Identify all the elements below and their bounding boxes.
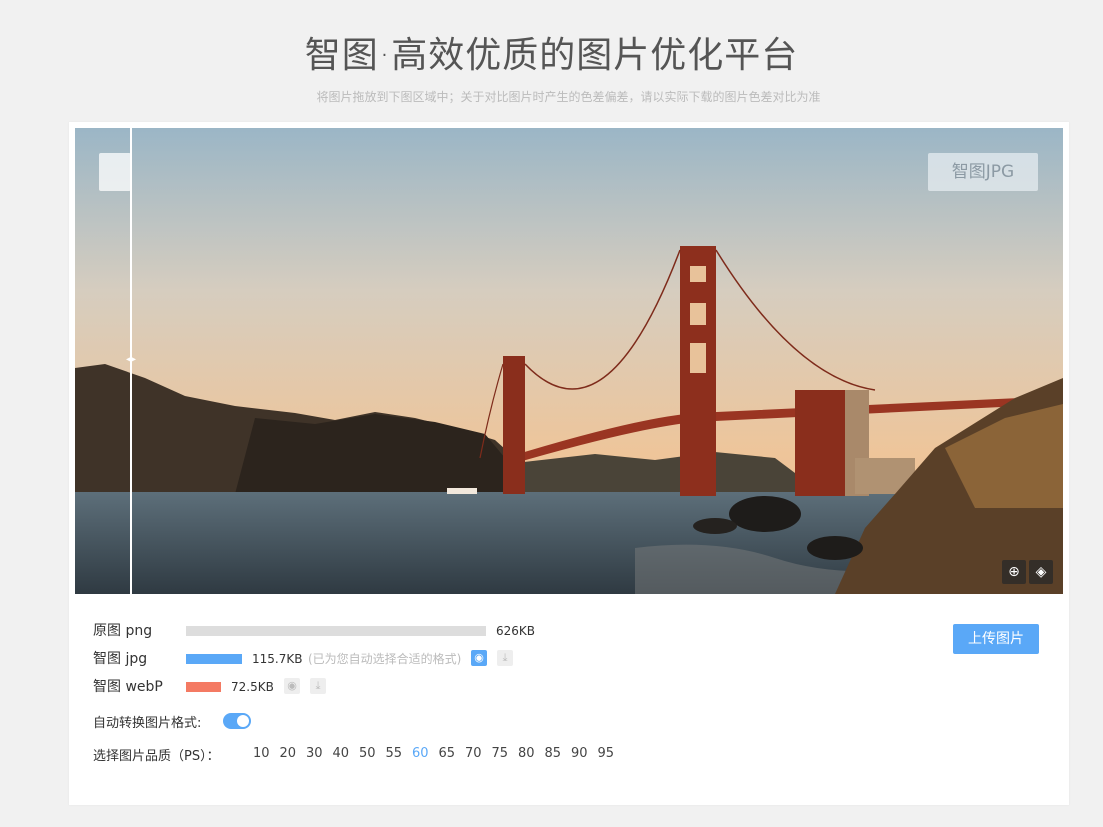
size-bar <box>186 682 221 692</box>
result-row-webp: 智图 webP 72.5KB ◉ ⤓ <box>93 677 693 697</box>
download-icon[interactable]: ⤓ <box>310 678 326 694</box>
bridge-photo <box>75 128 1063 594</box>
quality-option-70[interactable]: 70 <box>465 746 482 761</box>
auto-format-hint: (已为您自动选择合适的格式) <box>308 652 462 666</box>
size-bar <box>186 626 486 636</box>
zoom-in-icon[interactable]: ⊕ <box>1002 560 1026 584</box>
upload-image-button[interactable]: 上传图片 <box>953 624 1039 654</box>
quality-option-80[interactable]: 80 <box>518 746 535 761</box>
quality-option-10[interactable]: 10 <box>253 746 270 761</box>
preview-eye-icon[interactable]: ◉ <box>284 678 300 694</box>
optimizer-card: ◂▸ 智图JPG ⊕ ◈ 原图 png 626KB 智图 jpg 115.7KB… <box>69 122 1069 805</box>
image-compare-area[interactable]: ◂▸ 智图JPG ⊕ ◈ <box>75 128 1063 594</box>
quality-option-60[interactable]: 60 <box>412 746 429 761</box>
quality-option-75[interactable]: 75 <box>492 746 509 761</box>
paint-bucket-icon[interactable]: ◈ <box>1029 560 1053 584</box>
auto-convert-toggle[interactable] <box>223 713 251 729</box>
quality-option-95[interactable]: 95 <box>598 746 615 761</box>
quality-option-50[interactable]: 50 <box>359 746 376 761</box>
compare-format-badge[interactable]: 智图JPG <box>928 153 1038 191</box>
result-row-jpg: 智图 jpg 115.7KB (已为您自动选择合适的格式) ◉ ⤓ <box>93 649 693 669</box>
toggle-knob <box>237 715 249 727</box>
row-label: 智图 webP <box>93 679 163 695</box>
row-label: 智图 jpg <box>93 651 148 667</box>
preview-eye-icon[interactable]: ◉ <box>471 650 487 666</box>
file-size: 626KB <box>496 624 536 638</box>
quality-option-20[interactable]: 20 <box>280 746 297 761</box>
quality-label: 选择图片品质（PS）： <box>93 749 220 764</box>
file-size: 115.7KB <box>252 652 303 666</box>
file-size: 72.5KB <box>231 680 274 694</box>
quality-option-65[interactable]: 65 <box>439 746 456 761</box>
auto-convert-label: 自动转换图片格式: <box>93 716 202 731</box>
quality-option-90[interactable]: 90 <box>571 746 588 761</box>
quality-option-85[interactable]: 85 <box>545 746 562 761</box>
download-icon[interactable]: ⤓ <box>497 650 513 666</box>
quality-option-55[interactable]: 55 <box>386 746 403 761</box>
compare-slider-handle-icon[interactable]: ◂▸ <box>122 353 140 367</box>
row-label: 原图 png <box>93 623 153 639</box>
result-row-original: 原图 png 626KB <box>93 621 693 641</box>
page-subtitle: 将图片拖放到下图区域中；关于对比图片时产生的色差偏差，请以实际下载的图片色差对比… <box>316 90 821 104</box>
quality-option-30[interactable]: 30 <box>306 746 323 761</box>
size-bar <box>186 654 242 664</box>
quality-option-40[interactable]: 40 <box>333 746 350 761</box>
page-title: 智图·高效优质的图片优化平台 <box>304 35 799 76</box>
original-badge <box>99 153 131 191</box>
